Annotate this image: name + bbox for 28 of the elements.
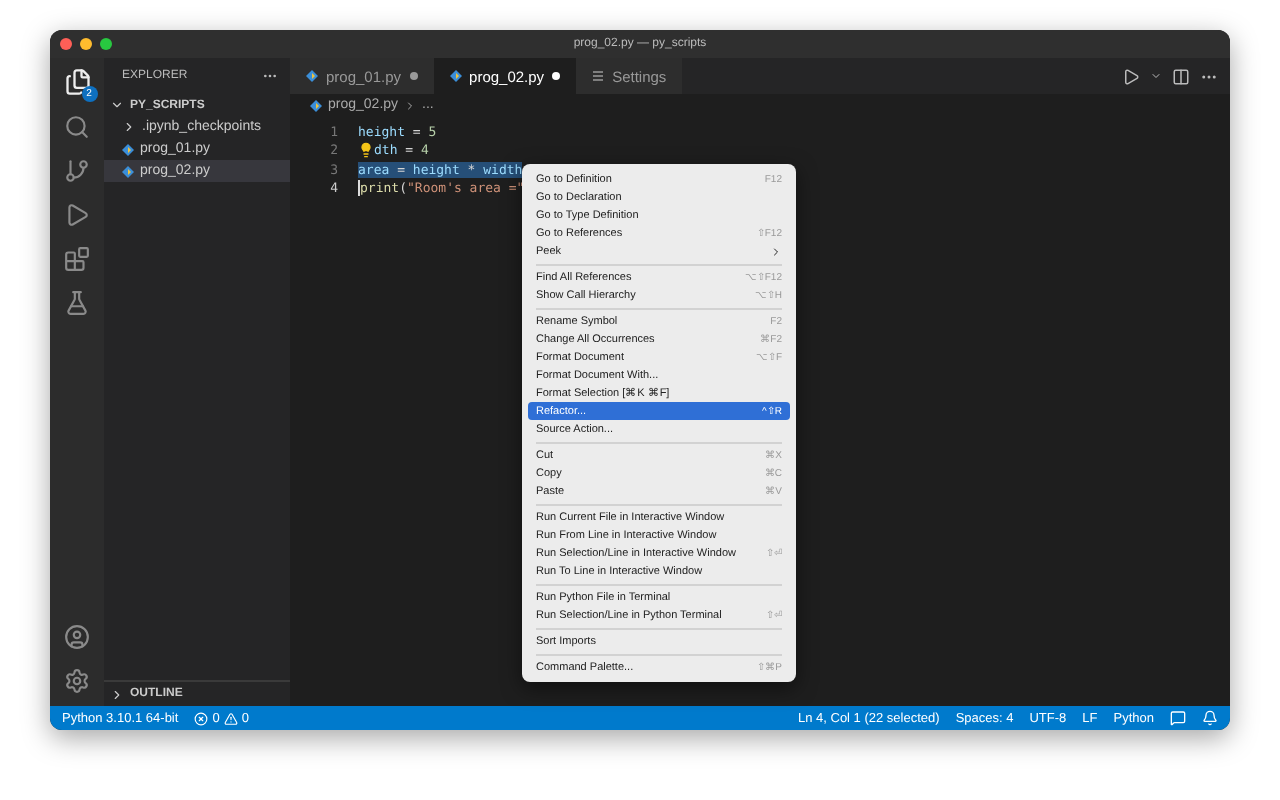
blocks-icon[interactable] <box>64 246 90 272</box>
chevron-icon <box>404 99 417 111</box>
split-editor-icon[interactable] <box>1172 67 1190 85</box>
settings-icon[interactable] <box>64 668 90 694</box>
settings-file-icon <box>592 70 605 82</box>
minimize-window-button[interactable] <box>80 38 92 50</box>
play-icon[interactable] <box>64 202 90 228</box>
flask-icon[interactable] <box>64 290 90 316</box>
branch-icon[interactable] <box>64 158 90 184</box>
error-icon <box>194 711 209 725</box>
warning-icon <box>223 711 238 725</box>
zoom-window-button[interactable] <box>100 38 112 50</box>
unsaved-dot <box>552 72 561 80</box>
python-file-icon <box>122 165 134 177</box>
python-file-icon <box>449 70 462 82</box>
unsaved-dot <box>409 72 418 80</box>
feedback-icon[interactable] <box>1170 710 1186 726</box>
chevron-icon[interactable] <box>1150 70 1162 82</box>
python-file-icon <box>306 70 318 82</box>
search-icon[interactable] <box>64 114 90 140</box>
close-window-button[interactable] <box>60 38 72 50</box>
python-file-icon <box>122 143 134 155</box>
python-file-icon <box>310 99 322 111</box>
run-icon[interactable] <box>1122 67 1140 85</box>
bell-icon[interactable] <box>1202 710 1218 726</box>
chevron-icon <box>110 687 124 701</box>
account-icon[interactable] <box>64 624 90 650</box>
lightbulb-icon[interactable] <box>358 142 374 159</box>
